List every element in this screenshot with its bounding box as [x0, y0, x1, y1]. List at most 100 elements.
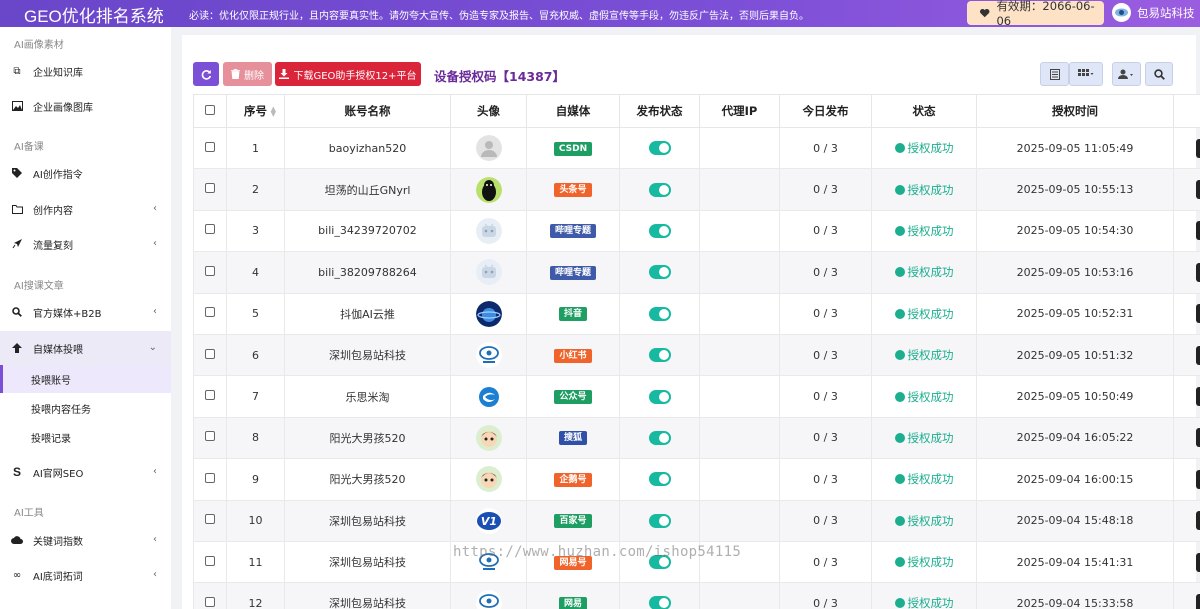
edit-button[interactable]	[1196, 469, 1200, 489]
row-select-cell[interactable]	[193, 210, 227, 253]
row-select-cell[interactable]	[193, 127, 227, 170]
columns-dropdown[interactable]	[1069, 62, 1103, 86]
refresh-icon	[201, 69, 211, 80]
edit-button[interactable]	[1196, 552, 1200, 572]
sidebar-item-label: 自媒体投喂	[33, 344, 83, 356]
row-select-cell[interactable]	[193, 582, 227, 609]
column-header[interactable]: 序号 ▲ ▼	[226, 94, 285, 128]
publish-toggle[interactable]	[648, 389, 671, 404]
chevron-left-icon: ‹	[153, 238, 157, 249]
status-badge: 授权成功	[907, 265, 954, 280]
row-select-cell[interactable]	[193, 417, 227, 460]
publish-toggle[interactable]	[648, 513, 671, 528]
row-checkbox[interactable]	[205, 141, 215, 152]
delete-button[interactable]: 删除	[223, 62, 272, 86]
sidebar-subitem-feed-records[interactable]: 投喂记录	[0, 423, 171, 451]
export-dropdown[interactable]	[1112, 62, 1141, 86]
publish-toggle[interactable]	[648, 265, 671, 280]
row-select-cell[interactable]	[193, 334, 227, 377]
row-checkbox[interactable]	[205, 472, 215, 483]
sort-icon: ▲ ▼	[270, 105, 276, 118]
row-number: 8	[226, 417, 285, 460]
row-checkbox[interactable]	[205, 390, 215, 401]
publish-status-cell	[619, 168, 700, 211]
sidebar-item-self-media[interactable]: 自媒体投喂 ⌄	[0, 331, 171, 365]
media-badge: 哔哩专题	[549, 224, 596, 239]
row-select-cell[interactable]	[193, 293, 227, 335]
search-button[interactable]	[1145, 62, 1173, 86]
sidebar-item-label: AI创作指令	[33, 169, 83, 181]
publish-toggle[interactable]	[648, 182, 671, 197]
list-view-button[interactable]	[1040, 62, 1069, 86]
refresh-button[interactable]	[193, 62, 219, 86]
chevron-left-icon: ‹	[153, 466, 157, 477]
row-checkbox[interactable]	[205, 307, 215, 318]
sidebar-item-ai-seo[interactable]: S AI官网SEO ‹	[0, 455, 171, 489]
select-all-checkbox[interactable]	[205, 105, 215, 115]
publish-toggle[interactable]	[648, 141, 671, 156]
actions-cell	[1173, 417, 1200, 460]
row-checkbox[interactable]	[205, 224, 215, 235]
edit-button[interactable]	[1196, 345, 1200, 365]
sidebar-subitem-feed-tasks[interactable]: 投喂内容任务	[0, 394, 171, 422]
row-select-cell[interactable]	[193, 541, 227, 584]
sidebar-item-image-library[interactable]: 企业画像图库	[0, 89, 171, 123]
sidebar-item-keyword-index[interactable]: 关键词指数 ‹	[0, 523, 171, 557]
edit-button[interactable]	[1196, 511, 1200, 531]
row-checkbox[interactable]	[205, 265, 215, 276]
avatar	[475, 217, 502, 244]
edit-button[interactable]	[1196, 221, 1200, 241]
row-checkbox[interactable]	[205, 348, 215, 359]
row-checkbox[interactable]	[205, 555, 215, 566]
edit-button[interactable]	[1196, 262, 1200, 282]
sidebar-subitem-feed-accounts[interactable]: 投喂账号	[0, 365, 171, 393]
edit-button[interactable]	[1196, 593, 1200, 609]
sidebar-category: AI画像素材	[14, 40, 64, 51]
publish-toggle[interactable]	[648, 306, 671, 321]
status-cell: 授权成功	[871, 500, 977, 542]
auth-time: 2025-09-05 10:55:13	[976, 168, 1174, 211]
row-select-cell[interactable]	[193, 500, 227, 542]
sidebar-item-ai-instruction[interactable]: AI创作指令	[0, 156, 171, 190]
publish-status-cell	[619, 375, 700, 418]
copy-icon: ⧉	[13, 65, 21, 77]
sidebar-item-label: AI官网SEO	[33, 468, 84, 480]
sidebar-category: AI工具	[14, 508, 44, 519]
publish-toggle[interactable]	[648, 223, 671, 238]
row-select-cell[interactable]	[193, 375, 227, 418]
row-select-cell[interactable]	[193, 458, 227, 501]
search-icon	[11, 306, 23, 318]
row-checkbox[interactable]	[205, 596, 215, 607]
publish-toggle[interactable]	[648, 430, 671, 445]
edit-button[interactable]	[1196, 304, 1200, 324]
edit-button[interactable]	[1196, 428, 1200, 448]
edit-button[interactable]	[1196, 180, 1200, 200]
heart-icon	[979, 8, 990, 18]
user-menu[interactable]: 包易站科技	[1112, 3, 1195, 22]
status-cell: 授权成功	[871, 168, 977, 211]
row-select-cell[interactable]	[193, 251, 227, 294]
sidebar-item-official-media[interactable]: 官方媒体+B2B ‹	[0, 295, 171, 329]
status-badge: 授权成功	[907, 472, 954, 487]
edit-button[interactable]	[1196, 138, 1200, 158]
publish-toggle[interactable]	[648, 472, 671, 487]
publish-toggle[interactable]	[648, 348, 671, 363]
download-button[interactable]: 下载GEO助手授权12+平台	[275, 62, 421, 86]
row-select-cell[interactable]	[193, 168, 227, 211]
delete-label: 删除	[244, 70, 264, 82]
row-checkbox[interactable]	[205, 431, 215, 442]
proxy-ip	[699, 168, 780, 211]
status-cell: 授权成功	[871, 417, 977, 460]
status-dot-icon	[894, 184, 905, 195]
sidebar-item-traffic-replicate[interactable]: 流量复刻 ‹	[0, 227, 171, 261]
row-checkbox[interactable]	[205, 514, 215, 525]
sidebar-item-content[interactable]: 创作内容 ‹	[0, 192, 171, 226]
sidebar-item-knowledge-base[interactable]: ⧉ 企业知识库	[0, 54, 171, 88]
row-checkbox[interactable]	[205, 183, 215, 194]
edit-button[interactable]	[1196, 387, 1200, 407]
select-all-cell[interactable]	[193, 94, 227, 128]
sidebar-item-keyword-expand[interactable]: ∞ AI底词拓词 ‹	[0, 558, 171, 592]
publish-toggle[interactable]	[648, 596, 671, 609]
status-badge: 授权成功	[907, 182, 954, 197]
avatar	[475, 259, 502, 286]
